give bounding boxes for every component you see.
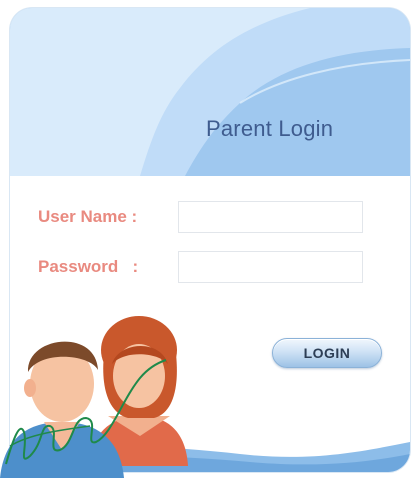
username-label: User Name :	[38, 207, 138, 226]
card-header: Parent Login	[10, 8, 410, 176]
username-row: User Name :	[38, 200, 363, 234]
parent-login-page: Parent Login User Name : Password : LOGI…	[0, 0, 416, 478]
page-title: Parent Login	[206, 116, 334, 141]
username-input[interactable]	[178, 201, 363, 233]
header-wave-decoration	[10, 8, 410, 176]
password-row: Password :	[38, 250, 363, 284]
password-input[interactable]	[178, 251, 363, 283]
parents-icon	[0, 316, 188, 478]
login-button[interactable]: LOGIN	[272, 338, 382, 368]
password-label: Password :	[38, 257, 139, 276]
